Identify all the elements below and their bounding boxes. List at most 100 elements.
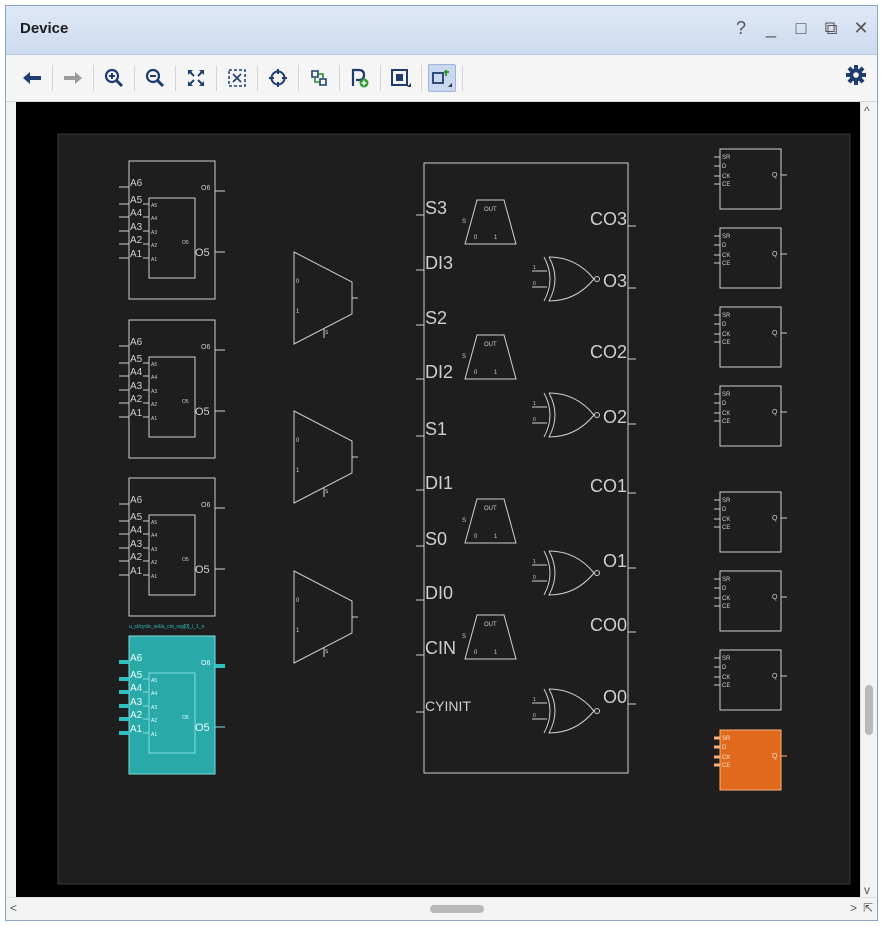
help-button[interactable]: ? — [733, 16, 749, 40]
ff-output-label: Q — [772, 172, 778, 179]
highlighted-cell-label: u_cl/cycle_sel/a_cnt_reg[0]_i_1_n — [129, 624, 205, 630]
settings-button[interactable] — [845, 64, 867, 91]
vertical-scrollbar[interactable]: ^ v — [860, 102, 877, 899]
lut-pin-label: A3 — [130, 539, 143, 550]
maximize-button[interactable]: □ — [793, 16, 809, 40]
lut-inner-output: O5 — [182, 399, 189, 405]
gear-icon — [846, 65, 866, 85]
zoom-out-button[interactable] — [141, 64, 169, 92]
device-view[interactable]: A6 A5 A4 A3 A2 A1 A5 A4 A3 A2 A1 O6 O5 O5 A6 A5 A4 A3 A2 A1… — [16, 102, 867, 899]
ff-pin-label: CK — [722, 253, 730, 259]
lut-pin-label: A1 — [130, 566, 143, 577]
lut-output-o5: O5 — [195, 722, 210, 734]
close-button[interactable]: ✕ — [853, 16, 869, 40]
ff-pin-label: CK — [722, 596, 730, 602]
float-button[interactable]: ⧉ — [823, 16, 839, 40]
lut-pin-label: A4 — [130, 208, 143, 219]
ff-pin-label: SR — [722, 155, 731, 161]
toolbar-separator — [462, 65, 463, 91]
scroll-down-arrow[interactable]: v — [864, 883, 870, 897]
carry-output-label: CO1 — [590, 476, 627, 496]
xor-input-label: 1 — [533, 697, 536, 703]
lut-inner-pin-label: A2 — [151, 718, 157, 724]
horizontal-scroll-thumb[interactable] — [430, 905, 484, 913]
ff-pin-label: SR — [722, 392, 731, 398]
flip-flop-highlighted: SR D CK CE Q — [714, 729, 787, 791]
carry-pin-label: DI1 — [425, 473, 453, 493]
lut-pin-label: A3 — [130, 381, 143, 392]
toggle-view-button[interactable] — [428, 64, 456, 92]
ff-pin-label: SR — [722, 577, 731, 583]
lut-inner-pin-label: A4 — [151, 216, 157, 222]
carry-output-label: CO2 — [590, 342, 627, 362]
lut-inner-pin-label: A5 — [151, 678, 157, 684]
lut-output-o6: O6 — [201, 185, 210, 192]
ff-pin-label: CE — [722, 763, 730, 769]
lut-output-o6: O6 — [201, 660, 210, 667]
forward-button[interactable] — [59, 64, 87, 92]
lut-pin-label: A6 — [130, 653, 143, 664]
vertical-scroll-thumb[interactable] — [865, 685, 873, 735]
ff-pin-label: D — [722, 322, 727, 328]
zoom-in-button[interactable] — [100, 64, 128, 92]
lut-inner-pin-label: A1 — [151, 732, 157, 738]
corner-resize-icon: ⇱ — [862, 901, 873, 915]
carry-mux-out-label: OUT — [484, 506, 497, 512]
routing-resources-button[interactable] — [305, 64, 333, 92]
auto-fit-button[interactable] — [264, 64, 292, 92]
lut-inner-pin-label: A3 — [151, 230, 157, 236]
lut-pin-label: A3 — [130, 697, 143, 708]
ff-pin-label: CE — [722, 182, 730, 188]
xor-input-label: 0 — [533, 417, 536, 423]
ff-pin-label: D — [722, 401, 727, 407]
lut-pin-label: A6 — [130, 495, 143, 506]
scroll-left-arrow[interactable]: < — [10, 901, 17, 915]
scroll-up-arrow[interactable]: ^ — [864, 104, 870, 118]
lut-inner-pin-label: A2 — [151, 560, 157, 566]
lut-highlighted: A6 A5 A4 A3 A2 A1 A5 A4 A3 A2 A1 O6 O5 O5 — [119, 635, 225, 775]
tile-icon — [391, 69, 411, 87]
ff-pin-label: CE — [722, 604, 730, 610]
ff-pin-label: CK — [722, 411, 730, 417]
lut-pin-label: A5 — [130, 670, 143, 681]
lut-pin-label: A2 — [130, 235, 143, 246]
arrow-left-icon — [23, 72, 41, 84]
lut-pin-label: A2 — [130, 710, 143, 721]
toolbar-separator — [380, 65, 381, 91]
lut-inner-pin-label: A5 — [151, 203, 157, 209]
carry-mux-sel-label: S — [462, 354, 466, 360]
device-canvas[interactable]: A6 A5 A4 A3 A2 A1 A5 A4 A3 A2 A1 O6 O5 O5 A6 A5 A4 A3 A2 A1… — [16, 102, 867, 899]
lut-pin-label: A4 — [130, 525, 143, 536]
lut-inner-output: O5 — [182, 240, 189, 246]
scroll-right-arrow[interactable]: > — [850, 901, 857, 915]
zoom-fit-button[interactable] — [182, 64, 210, 92]
zoom-selection-button[interactable] — [223, 64, 251, 92]
lut-pin-label: A5 — [130, 354, 143, 365]
carry-output-label: O1 — [603, 551, 627, 571]
carry-output-label: O0 — [603, 687, 627, 707]
add-pblock-button[interactable] — [346, 64, 374, 92]
lut-pin-label: A1 — [130, 249, 143, 260]
zoom-in-icon — [104, 68, 124, 88]
lut-inner-output: O5 — [182, 715, 189, 721]
show-tile-button[interactable] — [387, 64, 415, 92]
minimize-button[interactable]: _ — [763, 16, 779, 40]
lut-inner-pin-label: A3 — [151, 389, 157, 395]
lut-pin-label: A6 — [130, 178, 143, 189]
ff-pin-label: CE — [722, 525, 730, 531]
ff-pin-label: SR — [722, 498, 731, 504]
back-button[interactable] — [18, 64, 46, 92]
lut-inner-pin-label: A1 — [151, 257, 157, 263]
lut-pin-label: A4 — [130, 367, 143, 378]
lut-inner-pin-label: A5 — [151, 520, 157, 526]
ff-pin-label: SR — [722, 313, 731, 319]
toolbar-separator — [298, 65, 299, 91]
lut-pin-label: A6 — [130, 337, 143, 348]
horizontal-scrollbar[interactable]: < > ⇱ — [6, 897, 877, 920]
lut-pin-label: A1 — [130, 724, 143, 735]
fit-icon — [188, 70, 204, 86]
ff-pin-label: D — [722, 665, 727, 671]
view-toggle-icon — [432, 70, 452, 87]
toolbar-separator — [175, 65, 176, 91]
carry-mux-out-label: OUT — [484, 342, 497, 348]
